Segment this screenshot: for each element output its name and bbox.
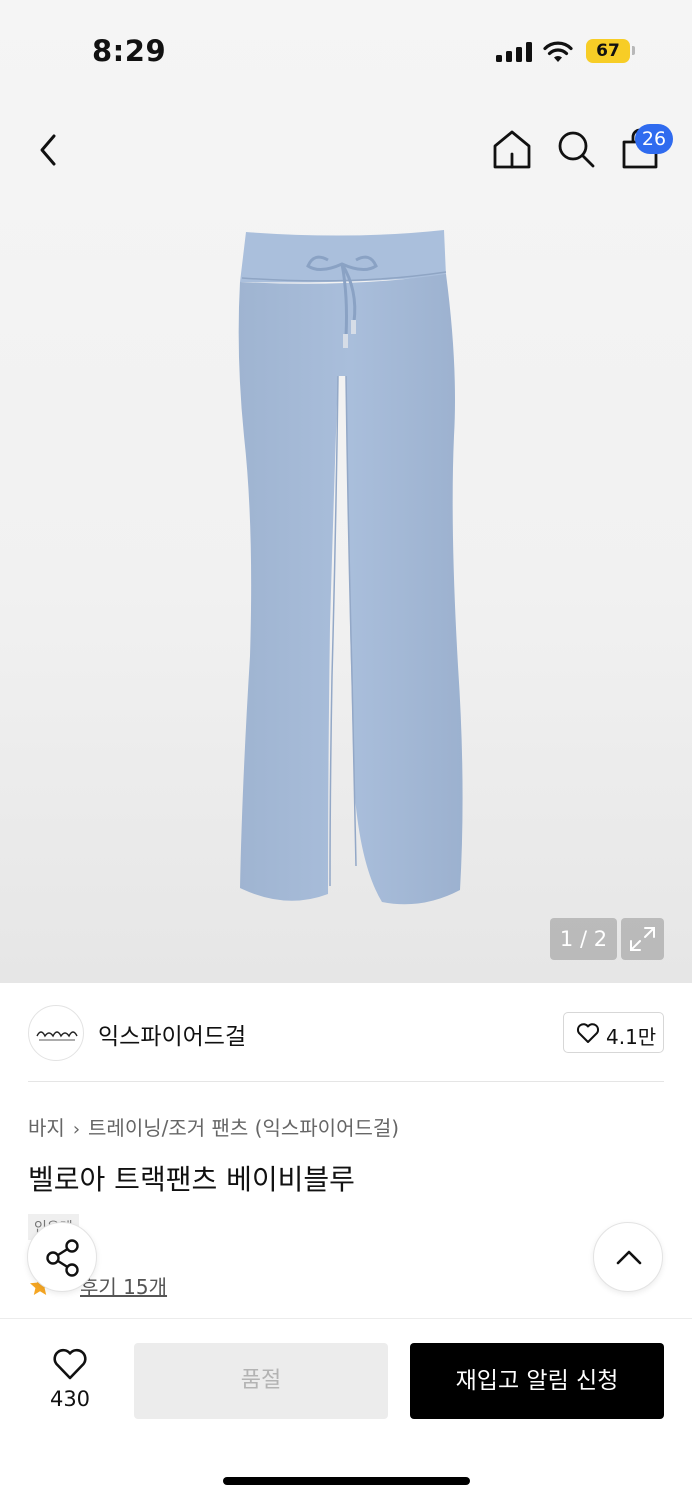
breadcrumb-category[interactable]: 바지: [28, 1116, 65, 1140]
brand-logo[interactable]: [28, 1005, 84, 1061]
back-chevron-icon[interactable]: [26, 126, 74, 174]
soldout-button: 품절: [134, 1343, 388, 1419]
heart-outline-icon: [576, 1023, 600, 1043]
battery-icon: 67: [586, 39, 630, 63]
brand-like-count: 4.1만: [606, 1025, 657, 1049]
heart-outline-icon: [53, 1348, 87, 1380]
search-icon[interactable]: [554, 127, 598, 171]
image-pager: 1 / 2: [550, 918, 617, 960]
battery-cap: [632, 46, 635, 55]
expand-icon: [630, 927, 655, 951]
cart-count-badge: 26: [635, 124, 673, 154]
status-bar: 8:29 67: [0, 0, 692, 100]
battery-level: 67: [596, 41, 620, 61]
product-title: 벨로아 트랙팬츠 베이비블루: [28, 1163, 355, 1196]
brand-logo-wordmark: [36, 1031, 78, 1041]
chevron-right-icon: ›: [72, 1119, 81, 1140]
restock-alert-button[interactable]: 재입고 알림 신청: [410, 1343, 664, 1419]
status-time: 8:29: [92, 34, 167, 68]
scroll-top-button[interactable]: [593, 1222, 663, 1292]
cellular-signal-icon: [496, 42, 532, 62]
product-image-gallery[interactable]: 8:29 67 26 1 / 2: [0, 0, 692, 983]
brand-row[interactable]: 익스파이어드걸 4.1만: [28, 1003, 664, 1063]
home-icon[interactable]: [490, 127, 534, 171]
brand-like-button[interactable]: 4.1만: [563, 1012, 664, 1053]
home-indicator: [223, 1477, 470, 1485]
breadcrumb-subcategory[interactable]: 트레이닝/조거 팬츠 (익스파이어드걸): [88, 1116, 399, 1140]
brand-name[interactable]: 익스파이어드걸: [98, 1017, 246, 1051]
wishlist-button[interactable]: 430: [30, 1347, 110, 1417]
wishlist-count: 430: [49, 1387, 91, 1411]
fullscreen-button[interactable]: [621, 918, 664, 960]
product-image: [238, 230, 463, 905]
bottom-action-bar: 430 품절 재입고 알림 신청: [0, 1318, 692, 1500]
wifi-icon: [543, 41, 573, 62]
divider: [28, 1081, 664, 1082]
share-icon: [46, 1239, 79, 1277]
share-button[interactable]: [27, 1222, 97, 1292]
chevron-up-icon: [616, 1250, 642, 1265]
breadcrumb: 바지 › 트레이닝/조거 팬츠 (익스파이어드걸): [28, 1112, 399, 1141]
